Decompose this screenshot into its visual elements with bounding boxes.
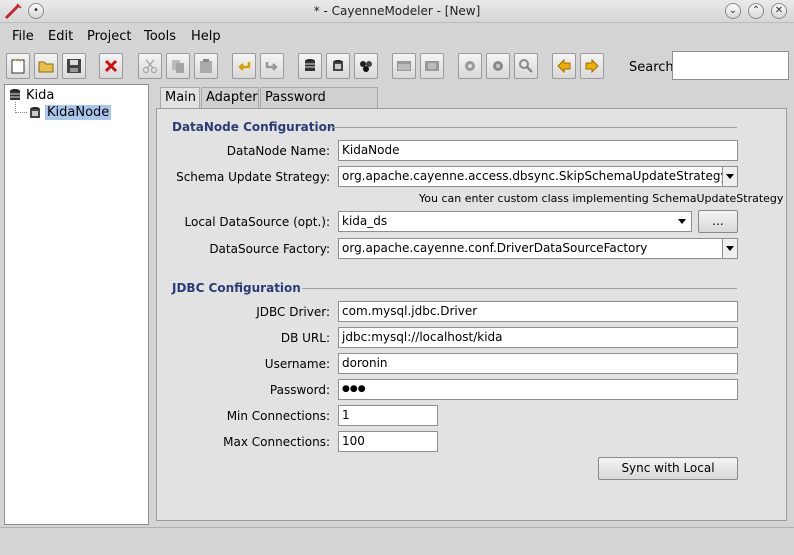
tree-item-datanode[interactable]: KidaNode [45, 105, 112, 120]
navigate-forward-button[interactable] [580, 53, 604, 79]
new-project-button[interactable] [6, 53, 30, 79]
min-connections-label: Min Connections: [226, 409, 330, 423]
minimize-button[interactable]: ⌄ [725, 3, 741, 19]
db-entity-icon [425, 61, 439, 71]
open-project-button[interactable] [34, 53, 58, 79]
create-datamap-button[interactable] [354, 53, 378, 79]
window-title: * - CayenneModeler - [New] [313, 4, 481, 18]
database-stack-icon [305, 59, 315, 71]
create-datadomain-button[interactable] [298, 53, 322, 79]
create-objentity-button[interactable] [392, 53, 416, 79]
datasource-factory-combobox[interactable]: org.apache.cayenne.conf.DriverDataSource… [338, 238, 738, 259]
min-connections-input[interactable]: 1 [338, 405, 438, 426]
password-label: Password: [269, 383, 330, 397]
undo-arrow-icon [238, 62, 251, 71]
chevron-down-icon [726, 246, 734, 251]
search-input[interactable] [672, 51, 789, 80]
chevron-down-icon [726, 174, 734, 179]
schema-strategy-value: org.apache.cayenne.access.dbsync.SkipSch… [342, 169, 728, 183]
open-folder-icon [38, 61, 54, 73]
section-divider [330, 127, 737, 128]
username-label: Username: [264, 357, 330, 371]
menu-bar: File Edit Project Tools Help [0, 24, 794, 48]
sync-with-local-button[interactable]: Sync with Local [598, 457, 738, 480]
tab-password-encoder[interactable]: Password Encoder [260, 87, 378, 124]
jdbc-driver-label: JDBC Driver: [256, 305, 330, 319]
save-disk-icon [67, 59, 81, 73]
redo-arrow-icon [265, 62, 278, 71]
create-datanode-button[interactable] [326, 53, 350, 79]
local-datasource-label: Local DataSource (opt.): [184, 215, 330, 229]
datamap-icon [360, 61, 372, 72]
schema-strategy-hint: You can enter custom class implementing … [419, 192, 784, 205]
schema-strategy-label: Schema Update Strategy: [176, 170, 330, 184]
redo-button[interactable] [260, 53, 284, 79]
create-dbentity-button[interactable] [420, 53, 444, 79]
section-divider [302, 288, 737, 289]
arrow-right-icon [585, 58, 599, 74]
scissors-icon [143, 59, 157, 73]
title-bar: • * - CayenneModeler - [New] ⌄ ⌃ ✕ [0, 0, 794, 23]
entity-icon [397, 61, 411, 71]
username-input[interactable]: doronin [338, 353, 738, 374]
procedure-gear-icon [493, 61, 503, 71]
tab-adapter[interactable]: Adapter [201, 87, 259, 108]
database-stack-icon [10, 89, 20, 100]
tree-item-domain[interactable]: Kida [26, 88, 54, 103]
magnifier-icon [519, 59, 533, 73]
save-project-button[interactable] [62, 53, 86, 79]
create-query-button[interactable] [458, 53, 482, 79]
datanode-section-title: DataNode Configuration [172, 120, 336, 134]
new-file-icon [11, 58, 25, 74]
project-tree: Kida KidaNode [4, 84, 149, 525]
db-url-label: DB URL: [280, 331, 330, 345]
red-x-icon [104, 59, 118, 73]
menu-project[interactable]: Project [87, 29, 131, 44]
gear-icon [465, 61, 475, 71]
schema-strategy-combobox[interactable]: org.apache.cayenne.access.dbsync.SkipSch… [338, 166, 738, 187]
status-bar [0, 527, 794, 555]
maximize-button[interactable]: ⌃ [748, 3, 764, 19]
password-input[interactable]: ●●● [338, 379, 738, 400]
remove-button[interactable] [99, 53, 123, 79]
datasource-browse-button[interactable]: ... [698, 210, 738, 233]
menu-edit[interactable]: Edit [48, 29, 73, 44]
datasource-factory-label: DataSource Factory: [209, 242, 330, 256]
menu-tools[interactable]: Tools [144, 29, 176, 44]
close-window-button[interactable]: ✕ [771, 3, 787, 19]
arrow-left-icon [557, 58, 571, 74]
local-datasource-select[interactable]: kida_ds [338, 211, 692, 232]
jdbc-driver-input[interactable]: com.mysql.jdbc.Driver [338, 301, 738, 322]
menu-file[interactable]: File [12, 29, 34, 44]
datasource-factory-dropdown-button[interactable] [722, 239, 737, 258]
database-icon [30, 107, 40, 118]
copy-icon [172, 60, 184, 73]
tab-main[interactable]: Main [160, 87, 200, 108]
jdbc-section-title: JDBC Configuration [172, 281, 301, 295]
datanode-name-label: DataNode Name: [226, 144, 330, 158]
db-url-input[interactable]: jdbc:mysql://localhost/kida [338, 327, 738, 348]
max-connections-input[interactable]: 100 [338, 431, 438, 452]
tree-connector [15, 112, 27, 113]
datanode-name-input[interactable]: KidaNode [338, 140, 738, 161]
schema-strategy-dropdown-button[interactable] [722, 167, 737, 186]
copy-button[interactable] [166, 53, 190, 79]
navigate-back-button[interactable] [552, 53, 576, 79]
create-procedure-button[interactable] [486, 53, 510, 79]
menu-help[interactable]: Help [191, 29, 221, 44]
paste-button[interactable] [194, 53, 218, 79]
datasource-factory-value: org.apache.cayenne.conf.DriverDataSource… [342, 241, 648, 255]
paste-icon [200, 59, 212, 73]
chevron-down-icon [678, 219, 686, 224]
local-datasource-value: kida_ds [342, 214, 388, 228]
max-connections-label: Max Connections: [223, 435, 330, 449]
undo-button[interactable] [232, 53, 256, 79]
search-label: Search: [629, 60, 679, 75]
cut-button[interactable] [138, 53, 162, 79]
database-icon [333, 60, 343, 71]
find-button[interactable] [514, 53, 538, 79]
